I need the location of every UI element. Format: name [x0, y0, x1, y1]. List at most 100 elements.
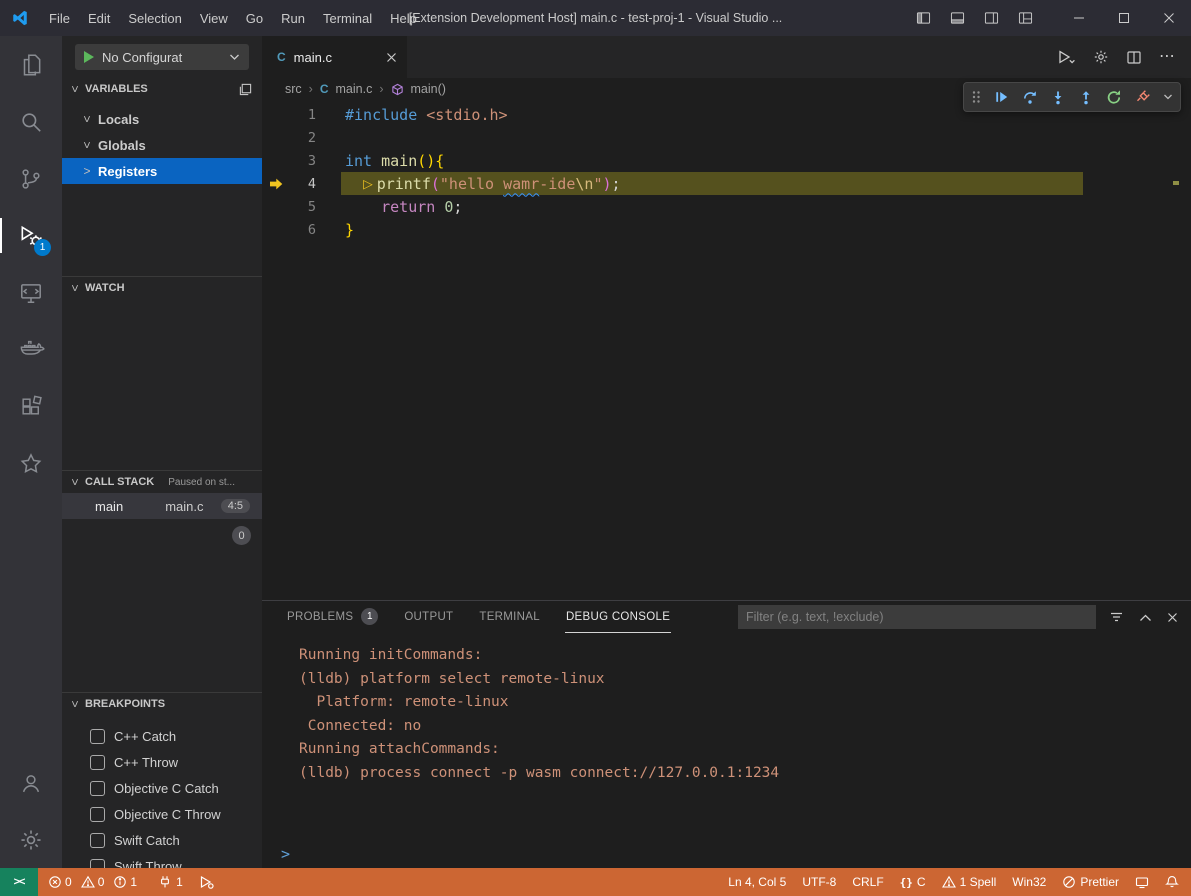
line-content[interactable]: int main(){ [316, 152, 444, 170]
breakpoint-item[interactable]: Objective C Throw [62, 801, 262, 827]
platform-status[interactable]: Win32 [1012, 875, 1046, 889]
menu-edit[interactable]: Edit [79, 0, 119, 36]
glyph-margin[interactable] [262, 103, 290, 126]
breakpoint-item[interactable]: Objective C Catch [62, 775, 262, 801]
panel-tab-terminal[interactable]: TERMINAL [478, 601, 541, 633]
tab-main-c[interactable]: C main.c [262, 36, 407, 78]
checkbox-icon[interactable] [90, 807, 105, 822]
code-line: 4 ▷printf("hello wamr-ide\n"); [262, 172, 1181, 195]
extensions-icon[interactable] [0, 378, 62, 435]
call-stack-header[interactable]: > CALL STACK Paused on st... [62, 471, 262, 493]
breakpoint-item[interactable]: C++ Catch [62, 723, 262, 749]
checkbox-icon[interactable] [90, 859, 105, 869]
variables-row-registers[interactable]: >Registers [62, 158, 262, 184]
watch-header[interactable]: > WATCH [62, 277, 262, 299]
split-editor-icon[interactable] [1126, 50, 1142, 65]
console-prompt-icon[interactable]: > [281, 845, 290, 863]
line-content[interactable]: } [316, 221, 354, 239]
encoding[interactable]: UTF-8 [802, 875, 836, 889]
debug-status[interactable] [199, 875, 214, 889]
customize-layout-icon[interactable] [1008, 0, 1042, 36]
menu-selection[interactable]: Selection [119, 0, 190, 36]
remote-explorer-icon[interactable] [0, 264, 62, 321]
drag-handle-icon[interactable] [971, 89, 981, 105]
breakpoint-item[interactable]: Swift Throw [62, 853, 262, 868]
breakpoint-item[interactable]: Swift Catch [62, 827, 262, 853]
open-panel-icon[interactable] [239, 83, 252, 96]
eol-indicator[interactable]: CRLF [852, 875, 883, 889]
toggle-panel-icon[interactable] [940, 0, 974, 36]
panel-tab-output[interactable]: OUTPUT [403, 601, 454, 633]
source-control-icon[interactable] [0, 150, 62, 207]
run-debug-icon[interactable]: 1 [0, 207, 62, 264]
maximize-panel-icon[interactable] [1139, 613, 1152, 622]
glyph-margin[interactable] [262, 218, 290, 241]
debug-config-dropdown[interactable]: No Configurat [75, 44, 249, 70]
restart-icon[interactable] [1106, 89, 1122, 105]
breadcrumb-symbol[interactable]: main() [411, 82, 446, 96]
cursor-position[interactable]: Ln 4, Col 5 [728, 875, 786, 889]
close-panel-icon[interactable] [1167, 612, 1178, 623]
variables-row-globals[interactable]: >Globals [62, 132, 262, 158]
maximize-button[interactable] [1101, 0, 1146, 36]
variables-row-locals[interactable]: >Locals [62, 106, 262, 132]
toggle-secondary-sidebar-icon[interactable] [974, 0, 1008, 36]
bell-icon[interactable] [1165, 875, 1179, 889]
breakpoints-header[interactable]: > BREAKPOINTS [62, 693, 262, 715]
step-over-icon[interactable] [1022, 89, 1038, 105]
breakpoint-item[interactable]: C++ Throw [62, 749, 262, 775]
menu-view[interactable]: View [191, 0, 237, 36]
problems-status[interactable]: 0 0 1 [48, 875, 142, 889]
line-content[interactable]: #include <stdio.h> [316, 106, 508, 124]
checkbox-icon[interactable] [90, 755, 105, 770]
checkbox-icon[interactable] [90, 833, 105, 848]
run-file-button[interactable] [1057, 49, 1076, 65]
line-content[interactable]: ▷printf("hello wamr-ide\n"); [316, 175, 621, 193]
step-out-icon[interactable] [1078, 89, 1094, 105]
checkbox-icon[interactable] [90, 729, 105, 744]
filter-lines-icon[interactable] [1109, 610, 1124, 624]
breadcrumb-src[interactable]: src [285, 82, 302, 96]
spell-status[interactable]: 1 Spell [942, 875, 997, 889]
start-debug-icon[interactable] [84, 51, 94, 63]
checkbox-icon[interactable] [90, 781, 105, 796]
formatter-status[interactable]: Prettier [1062, 875, 1119, 889]
glyph-margin[interactable] [262, 126, 290, 149]
close-button[interactable] [1146, 0, 1191, 36]
glyph-margin[interactable] [262, 172, 290, 195]
line-content[interactable]: return 0; [316, 198, 462, 216]
gear-icon[interactable] [1093, 49, 1109, 65]
panel-tab-debug-console[interactable]: DEBUG CONSOLE [565, 601, 671, 633]
continue-icon[interactable] [993, 89, 1009, 105]
ports-status[interactable]: 1 [158, 875, 183, 889]
code-editor[interactable]: 1#include <stdio.h>23int main(){4 ▷print… [262, 100, 1191, 600]
star-icon[interactable] [0, 435, 62, 492]
more-actions-icon[interactable]: ⋯ [1159, 49, 1175, 65]
chevron-down-icon[interactable] [1163, 93, 1173, 101]
breakpoint-label: C++ Throw [114, 755, 178, 770]
menu-run[interactable]: Run [272, 0, 314, 36]
breadcrumb-file[interactable]: main.c [336, 82, 373, 96]
menu-file[interactable]: File [40, 0, 79, 36]
minimize-button[interactable] [1056, 0, 1101, 36]
step-into-icon[interactable] [1050, 89, 1066, 105]
glyph-margin[interactable] [262, 195, 290, 218]
remote-indicator[interactable]: >< [0, 868, 38, 896]
panel-tab-problems[interactable]: PROBLEMS1 [286, 601, 379, 633]
glyph-margin[interactable] [262, 149, 290, 172]
account-icon[interactable] [0, 754, 62, 811]
toggle-sidebar-icon[interactable] [906, 0, 940, 36]
console-filter-input[interactable] [738, 605, 1096, 629]
disconnect-icon[interactable] [1135, 89, 1151, 105]
variables-header[interactable]: > VARIABLES [62, 78, 262, 100]
tab-close-icon[interactable] [386, 52, 397, 63]
menu-terminal[interactable]: Terminal [314, 0, 381, 36]
menu-go[interactable]: Go [237, 0, 272, 36]
stack-frame-row[interactable]: main main.c 4:5 [62, 493, 262, 519]
settings-gear-icon[interactable] [0, 811, 62, 868]
search-icon[interactable] [0, 93, 62, 150]
language-mode[interactable]: {} C [900, 875, 926, 889]
docker-icon[interactable] [0, 321, 62, 378]
screen-cast-icon[interactable] [1135, 876, 1149, 889]
explorer-icon[interactable] [0, 36, 62, 93]
